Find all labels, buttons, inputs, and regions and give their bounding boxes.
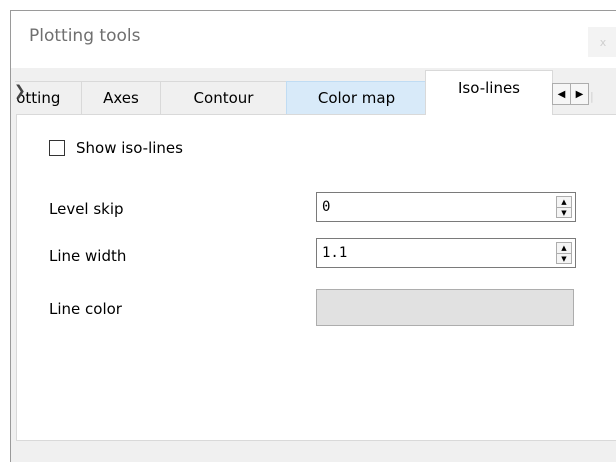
- hidden-tab-edge: |: [590, 90, 594, 103]
- spin-up-icon[interactable]: ▲: [557, 243, 571, 253]
- line-width-label: Line width: [49, 247, 127, 265]
- tab-scroll-buttons: ◀ ▶: [552, 83, 589, 105]
- line-color-button[interactable]: [316, 289, 574, 326]
- tab-color-map[interactable]: Color map: [286, 81, 427, 114]
- tab-axes[interactable]: Axes: [81, 81, 161, 114]
- scroll-left-icon[interactable]: ◀: [553, 84, 570, 104]
- title-bar[interactable]: Plotting tools x: [11, 11, 616, 68]
- show-iso-lines-label: Show iso-lines: [76, 139, 183, 157]
- spin-down-icon[interactable]: ▼: [557, 253, 571, 264]
- level-skip-stepper[interactable]: ▲ ▼: [556, 196, 572, 218]
- window-title: Plotting tools: [29, 26, 141, 46]
- line-width-value[interactable]: 1.1: [322, 245, 347, 261]
- show-iso-lines-row[interactable]: Show iso-lines: [49, 139, 183, 157]
- level-skip-value[interactable]: 0: [322, 199, 330, 215]
- tab-label: Contour: [193, 89, 254, 107]
- spin-down-icon[interactable]: ▼: [557, 207, 571, 218]
- line-width-spinbox[interactable]: 1.1 ▲ ▼: [316, 238, 576, 268]
- tab-bar: Plotting ❯ Axes Contour Color map Iso-li…: [14, 70, 606, 118]
- line-color-label: Line color: [49, 300, 122, 318]
- scroll-right-icon[interactable]: ▶: [570, 84, 588, 104]
- level-skip-label: Level skip: [49, 200, 124, 218]
- iso-lines-panel: Show iso-lines Level skip 0 ▲ ▼ Line wid…: [16, 114, 616, 441]
- close-button[interactable]: x: [588, 27, 616, 57]
- tab-contour[interactable]: Contour: [160, 81, 287, 114]
- spin-up-icon[interactable]: ▲: [557, 197, 571, 207]
- tab-iso-lines[interactable]: Iso-lines: [425, 70, 553, 115]
- cut-off-tab-edge-icon: ❯: [14, 83, 26, 99]
- line-width-stepper[interactable]: ▲ ▼: [556, 242, 572, 264]
- tab-label: Iso-lines: [458, 79, 520, 97]
- close-icon: x: [599, 35, 607, 49]
- show-iso-lines-checkbox[interactable]: [49, 140, 65, 156]
- level-skip-spinbox[interactable]: 0 ▲ ▼: [316, 192, 576, 222]
- tab-label: Color map: [317, 89, 396, 107]
- tab-label: Axes: [103, 89, 139, 107]
